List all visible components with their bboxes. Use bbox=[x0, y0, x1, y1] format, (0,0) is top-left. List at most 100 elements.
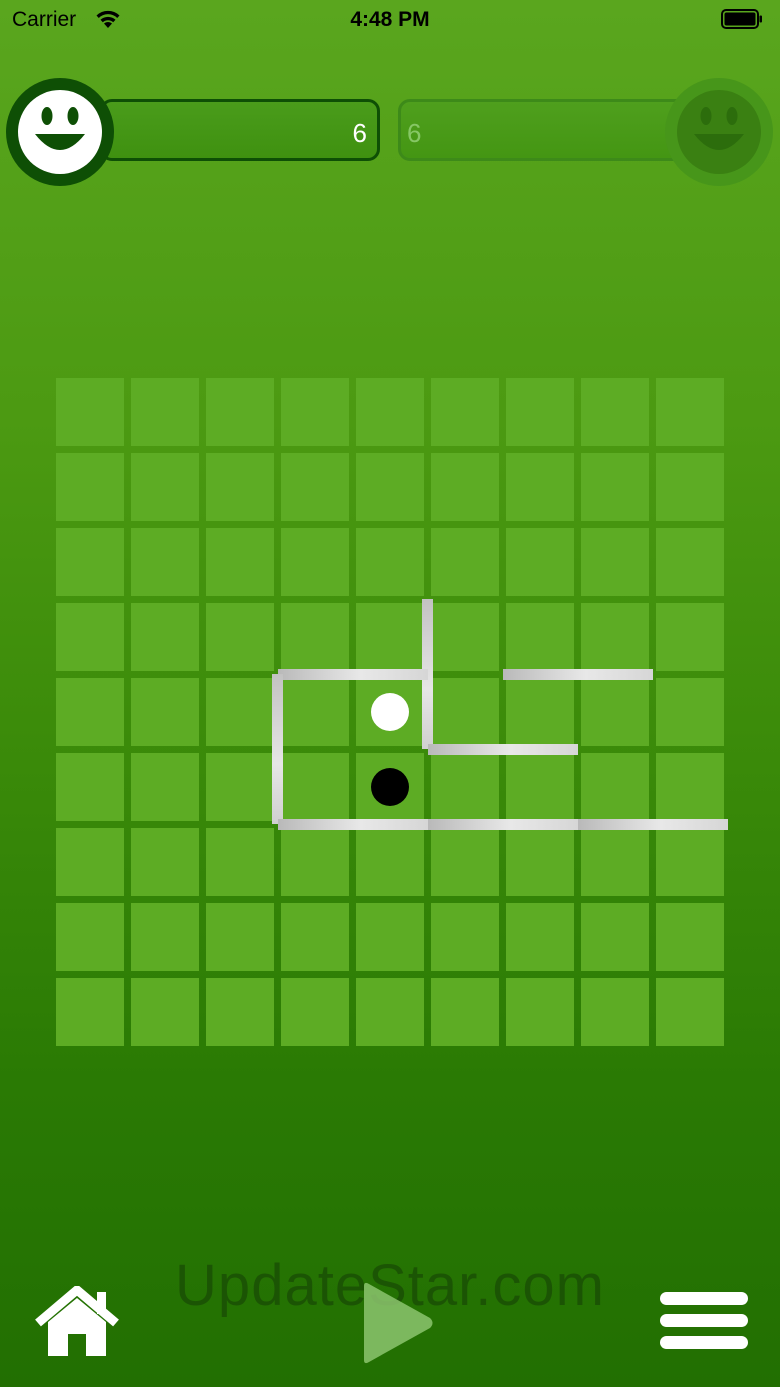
board-cell[interactable] bbox=[656, 828, 724, 896]
board-cell[interactable] bbox=[581, 453, 649, 521]
status-time: 4:48 PM bbox=[350, 8, 430, 31]
board-cell[interactable] bbox=[131, 603, 199, 671]
board-cell[interactable] bbox=[206, 903, 274, 971]
board-cell[interactable] bbox=[56, 603, 124, 671]
board-cell[interactable] bbox=[581, 753, 649, 821]
board-cell[interactable] bbox=[131, 528, 199, 596]
board-cell[interactable] bbox=[506, 753, 574, 821]
board-cell[interactable] bbox=[131, 453, 199, 521]
board-cell[interactable] bbox=[56, 903, 124, 971]
board-cell[interactable] bbox=[356, 378, 424, 446]
board-cell[interactable] bbox=[581, 603, 649, 671]
board-cell[interactable] bbox=[506, 903, 574, 971]
board-cell[interactable] bbox=[206, 378, 274, 446]
wall bbox=[503, 669, 653, 680]
board-cell[interactable] bbox=[581, 678, 649, 746]
board-cell[interactable] bbox=[506, 678, 574, 746]
board-cell[interactable] bbox=[656, 978, 724, 1046]
menu-icon[interactable] bbox=[660, 1292, 748, 1350]
game-board[interactable] bbox=[56, 378, 728, 1047]
board-cell[interactable] bbox=[131, 753, 199, 821]
board-cell[interactable] bbox=[56, 828, 124, 896]
menu-line bbox=[660, 1292, 748, 1305]
board-cell[interactable] bbox=[206, 453, 274, 521]
board-cell[interactable] bbox=[131, 378, 199, 446]
board-cell[interactable] bbox=[206, 828, 274, 896]
board-cell[interactable] bbox=[581, 828, 649, 896]
board-cell[interactable] bbox=[581, 978, 649, 1046]
menu-line bbox=[660, 1314, 748, 1327]
board-cell[interactable] bbox=[581, 903, 649, 971]
board-cell[interactable] bbox=[656, 753, 724, 821]
player-one-score-bar: 6 bbox=[100, 99, 380, 161]
board-cell[interactable] bbox=[356, 978, 424, 1046]
board-cell[interactable] bbox=[206, 753, 274, 821]
board-cell[interactable] bbox=[431, 678, 499, 746]
board-cell[interactable] bbox=[431, 453, 499, 521]
board-cell[interactable] bbox=[281, 753, 349, 821]
board-cell[interactable] bbox=[506, 528, 574, 596]
board-cell[interactable] bbox=[656, 528, 724, 596]
board-cell[interactable] bbox=[281, 603, 349, 671]
wall bbox=[272, 674, 283, 824]
board-cell[interactable] bbox=[356, 903, 424, 971]
board-cell[interactable] bbox=[131, 828, 199, 896]
board-cell[interactable] bbox=[431, 753, 499, 821]
white-pawn[interactable] bbox=[371, 693, 409, 731]
menu-line bbox=[660, 1336, 748, 1349]
board-cell[interactable] bbox=[656, 453, 724, 521]
board-cell[interactable] bbox=[506, 453, 574, 521]
board-cell[interactable] bbox=[431, 978, 499, 1046]
board-cell[interactable] bbox=[56, 753, 124, 821]
player-one-score: 6 bbox=[352, 118, 367, 148]
board-cell[interactable] bbox=[206, 603, 274, 671]
board-cell[interactable] bbox=[281, 828, 349, 896]
board-cell[interactable] bbox=[581, 528, 649, 596]
battery-icon bbox=[721, 9, 762, 29]
board-cell[interactable] bbox=[506, 603, 574, 671]
board-cell[interactable] bbox=[356, 828, 424, 896]
board-cell[interactable] bbox=[131, 903, 199, 971]
board-cell[interactable] bbox=[56, 528, 124, 596]
board-cell[interactable] bbox=[431, 528, 499, 596]
black-pawn[interactable] bbox=[371, 768, 409, 806]
board-cell[interactable] bbox=[431, 603, 499, 671]
board-cell[interactable] bbox=[281, 378, 349, 446]
board-cell[interactable] bbox=[206, 978, 274, 1046]
board-cell[interactable] bbox=[206, 528, 274, 596]
wall bbox=[428, 819, 578, 830]
board-cell[interactable] bbox=[656, 603, 724, 671]
board-cell[interactable] bbox=[56, 453, 124, 521]
play-icon[interactable] bbox=[360, 1280, 436, 1366]
board-cell[interactable] bbox=[656, 678, 724, 746]
board-cell[interactable] bbox=[56, 978, 124, 1046]
wall bbox=[578, 819, 728, 830]
wall bbox=[428, 744, 578, 755]
board-cell[interactable] bbox=[281, 903, 349, 971]
board-cell[interactable] bbox=[131, 678, 199, 746]
wall bbox=[278, 669, 428, 680]
board-cell[interactable] bbox=[281, 453, 349, 521]
board-cell[interactable] bbox=[506, 828, 574, 896]
board-cell[interactable] bbox=[656, 903, 724, 971]
board-cell[interactable] bbox=[281, 978, 349, 1046]
board-cell[interactable] bbox=[506, 378, 574, 446]
board-cell[interactable] bbox=[431, 828, 499, 896]
player-two-smiley-face-icon bbox=[665, 78, 773, 186]
board-cell[interactable] bbox=[356, 453, 424, 521]
board-cell[interactable] bbox=[431, 903, 499, 971]
status-bar: Carrier 4:48 PM bbox=[0, 0, 780, 40]
board-cell[interactable] bbox=[656, 378, 724, 446]
board-cell[interactable] bbox=[281, 528, 349, 596]
board-cell[interactable] bbox=[131, 978, 199, 1046]
board-cell[interactable] bbox=[56, 378, 124, 446]
board-cell[interactable] bbox=[356, 603, 424, 671]
board-cell[interactable] bbox=[281, 678, 349, 746]
board-cell[interactable] bbox=[431, 378, 499, 446]
board-cell[interactable] bbox=[206, 678, 274, 746]
board-cell[interactable] bbox=[356, 528, 424, 596]
board-cell[interactable] bbox=[56, 678, 124, 746]
board-cell[interactable] bbox=[506, 978, 574, 1046]
board-cell[interactable] bbox=[581, 378, 649, 446]
home-icon[interactable] bbox=[34, 1286, 120, 1358]
